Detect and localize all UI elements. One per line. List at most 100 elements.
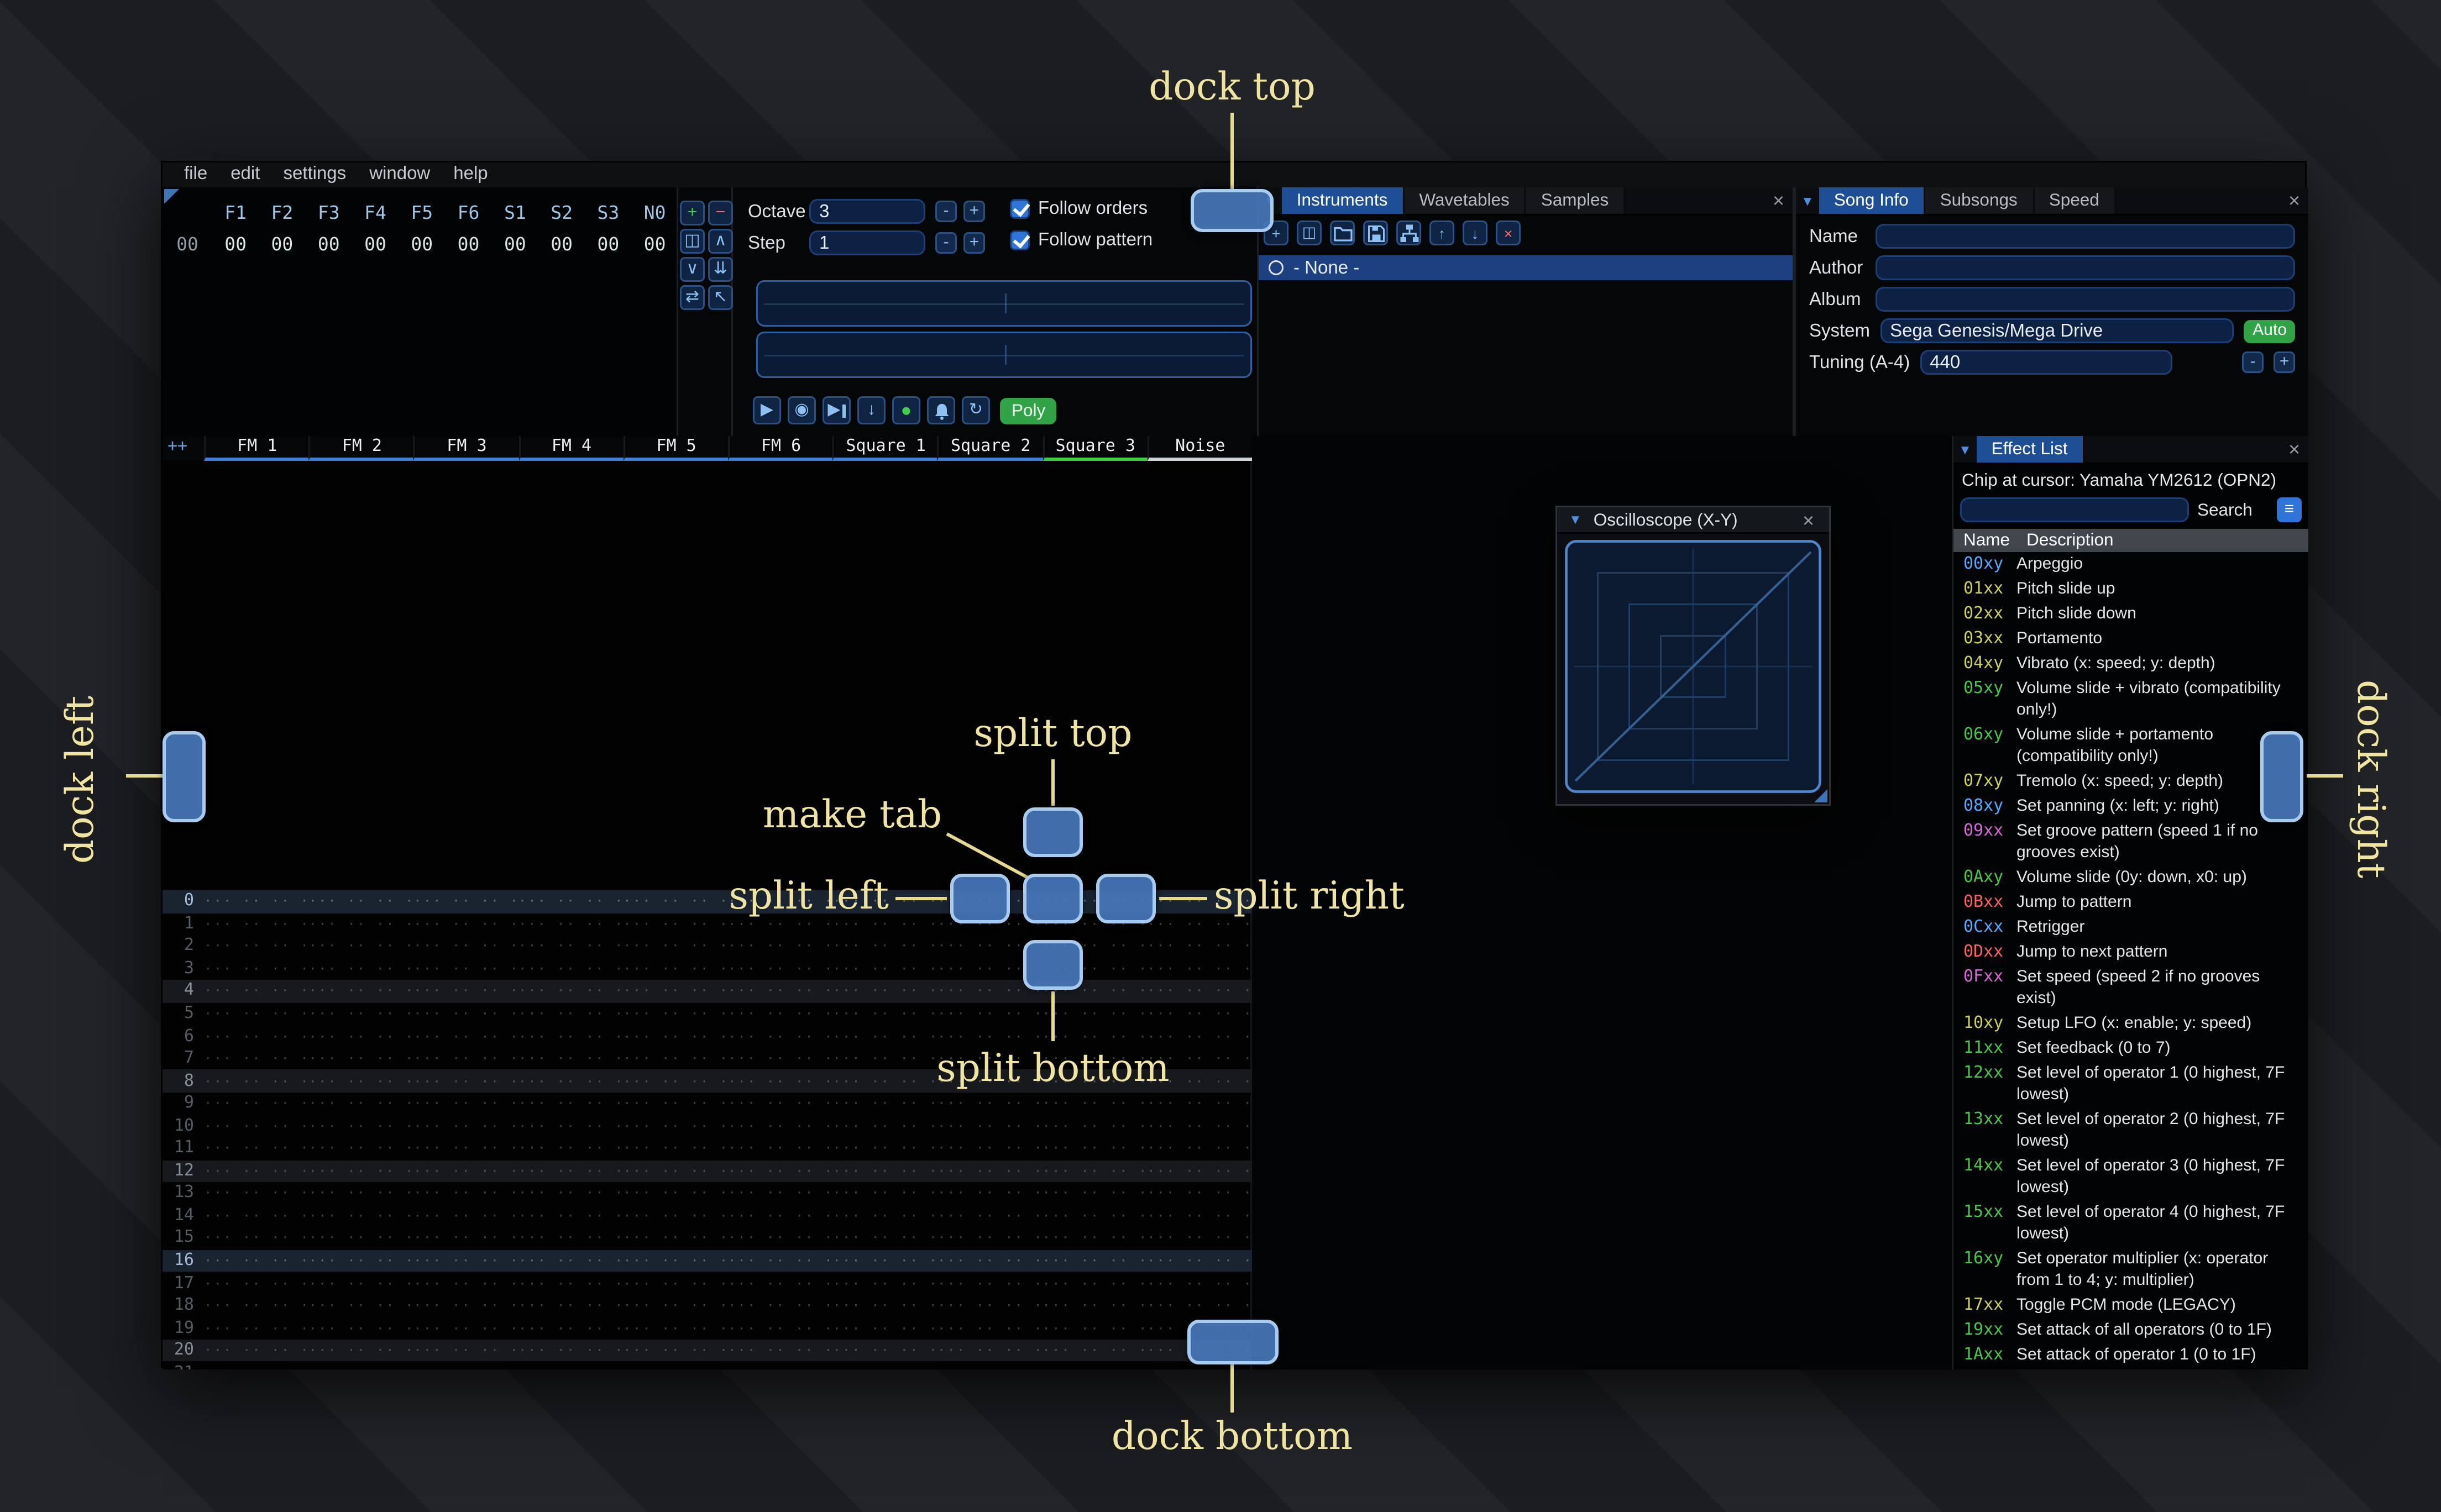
channel-header-fm-5[interactable]: FM 5	[623, 436, 728, 461]
channel-header-square-3[interactable]: Square 3	[1042, 436, 1148, 461]
pattern-cell[interactable]: ··· ·· ·· ···	[832, 1343, 937, 1358]
effect-list-item[interactable]: 01xx Pitch slide up	[1953, 577, 2308, 602]
pattern-cell[interactable]: ··· ·· ·· ···	[518, 1141, 624, 1156]
order-channel-header-f3[interactable]: F3	[306, 202, 352, 224]
effect-list-item[interactable]: 02xx Pitch slide down	[1953, 602, 2308, 627]
effect-list-item[interactable]: 14xx Set level of operator 3 (0 highest, …	[1953, 1154, 2308, 1200]
pattern-cell[interactable]: ··· ·· ·· ···	[413, 1163, 518, 1178]
pattern-cell[interactable]: ··· ·· ·· ···	[728, 939, 833, 954]
pattern-cell[interactable]: ··· ·· ·· ···	[309, 1366, 414, 1369]
pattern-cell[interactable]: ··· ·· ·· ···	[623, 1163, 728, 1178]
tab-subsongs[interactable]: Subsongs	[1925, 187, 2034, 214]
effect-search-input[interactable]	[1960, 497, 2189, 522]
order-channel-header-f6[interactable]: F6	[445, 202, 491, 224]
order-channel-header-s1[interactable]: S1	[492, 202, 538, 224]
pattern-cell[interactable]: ··· ·· ·· ···	[728, 1253, 833, 1268]
pattern-cell[interactable]: ··· ·· ·· ···	[1147, 939, 1252, 954]
pattern-cell[interactable]: ··· ·· ·· ···	[309, 1119, 414, 1133]
effect-list-item[interactable]: 07xy Tremolo (x: speed; y: depth)	[1953, 769, 2308, 794]
pattern-cell[interactable]: ··· ·· ·· ···	[1147, 916, 1252, 931]
move-instrument-up-button[interactable]: ↑	[1429, 221, 1454, 245]
menu-file[interactable]: file	[172, 162, 219, 187]
oscilloscope-title-bar[interactable]: ▼ Oscilloscope (X-Y) ×	[1557, 507, 1829, 534]
tuning-decrease-button[interactable]: -	[2242, 351, 2264, 373]
add-order-button[interactable]: +	[680, 201, 705, 225]
move-order-down-button[interactable]: ∨	[680, 257, 705, 282]
pattern-cell[interactable]: ··· ·· ·· ···	[728, 1298, 833, 1313]
pattern-cell[interactable]: ··· ·· ·· ···	[518, 1096, 624, 1111]
pattern-cell[interactable]: ··· ·· ·· ···	[413, 1186, 518, 1201]
pattern-cell[interactable]: ··· ·· ·· ···	[937, 1321, 1043, 1336]
pattern-cell[interactable]: ··· ·· ·· ···	[937, 1141, 1043, 1156]
pattern-cell[interactable]: ··· ·· ·· ···	[1043, 1321, 1148, 1336]
pattern-cell[interactable]: ··· ·· ·· ···	[623, 1006, 728, 1021]
pattern-cell[interactable]: ··· ·· ·· ···	[309, 1276, 414, 1291]
pattern-cell[interactable]: ··· ·· ·· ···	[518, 1119, 624, 1133]
pattern-cell[interactable]: ··· ·· ·· ···	[1147, 1366, 1252, 1369]
follow-orders-checkbox[interactable]: Follow orders	[1010, 199, 1148, 219]
pattern-cell[interactable]: ··· ·· ·· ···	[1147, 984, 1252, 999]
channel-header-square-1[interactable]: Square 1	[832, 436, 937, 461]
pattern-cell[interactable]: ··· ·· ·· ···	[518, 1298, 624, 1313]
pattern-cell[interactable]: ··· ·· ·· ···	[309, 894, 414, 909]
pattern-cell[interactable]: ··· ·· ·· ···	[518, 984, 624, 999]
pattern-expand-button[interactable]: ++	[163, 436, 204, 461]
channel-header-fm-2[interactable]: FM 2	[308, 436, 414, 461]
pattern-cell[interactable]: ··· ·· ·· ···	[518, 916, 624, 931]
pattern-cell[interactable]: ··· ·· ·· ···	[518, 894, 624, 909]
pattern-cell[interactable]: ··· ·· ·· ···	[623, 1298, 728, 1313]
pattern-cell[interactable]: ··· ·· ·· ···	[832, 1096, 937, 1111]
menu-edit[interactable]: edit	[219, 162, 271, 187]
pattern-cell[interactable]: ··· ·· ·· ···	[518, 1366, 624, 1369]
pattern-cell[interactable]: ··· ·· ·· ···	[832, 1321, 937, 1336]
pattern-cell[interactable]: ··· ·· ·· ···	[309, 1209, 414, 1224]
follow-pattern-checkbox[interactable]: Follow pattern	[1010, 230, 1153, 250]
pattern-cell[interactable]: ··· ·· ·· ···	[728, 1209, 833, 1224]
pattern-cell[interactable]: ··· ·· ·· ···	[413, 1096, 518, 1111]
pattern-cell[interactable]: ··· ·· ·· ···	[413, 1343, 518, 1358]
pattern-cell[interactable]: ··· ·· ·· ···	[728, 1321, 833, 1336]
pattern-cell[interactable]: ··· ·· ·· ···	[728, 1343, 833, 1358]
pattern-cell[interactable]: ··· ·· ·· ···	[832, 1366, 937, 1369]
pattern-cell[interactable]: ··· ·· ·· ···	[623, 1209, 728, 1224]
octave-input[interactable]: 3	[809, 199, 925, 224]
pattern-cell[interactable]: ··· ·· ·· ···	[623, 984, 728, 999]
collapse-panel-icon[interactable]: ▼	[1953, 442, 1977, 457]
pattern-cell[interactable]: ··· ·· ·· ···	[728, 1119, 833, 1133]
pattern-cell[interactable]: ··· ·· ·· ···	[937, 1231, 1043, 1246]
effect-list-item[interactable]: 16xy Set operator multiplier (x: operator…	[1953, 1247, 2308, 1293]
pattern-cell[interactable]: ··· ·· ·· ···	[204, 984, 309, 999]
repeat-pattern-button[interactable]: ↻	[962, 396, 990, 424]
channel-header-fm-4[interactable]: FM 4	[518, 436, 624, 461]
pattern-cell[interactable]: ··· ·· ·· ···	[413, 1006, 518, 1021]
pattern-cell[interactable]: ··· ·· ·· ···	[1147, 1141, 1252, 1156]
pattern-cell[interactable]: ··· ·· ·· ···	[204, 1276, 309, 1291]
pattern-cell[interactable]: ··· ·· ·· ···	[728, 1074, 833, 1089]
channel-header-fm-6[interactable]: FM 6	[727, 436, 833, 461]
pattern-cell[interactable]: ··· ·· ·· ···	[413, 939, 518, 954]
pattern-cell[interactable]: ··· ·· ·· ···	[518, 1029, 624, 1044]
pattern-cell[interactable]: ··· ·· ·· ···	[204, 916, 309, 931]
order-cell[interactable]: 00	[445, 234, 491, 255]
tab-song-info[interactable]: Song Info	[1819, 187, 1925, 214]
pattern-cell[interactable]: ··· ·· ·· ···	[832, 962, 937, 977]
pattern-cell[interactable]: ··· ·· ·· ···	[937, 1253, 1043, 1268]
effect-list-item[interactable]: 08xy Set panning (x: left; y: right)	[1953, 794, 2308, 819]
pattern-cell[interactable]: ··· ·· ·· ···	[204, 1051, 309, 1066]
channel-header-fm-3[interactable]: FM 3	[413, 436, 518, 461]
pattern-cell[interactable]: ··· ·· ·· ···	[728, 1366, 833, 1369]
pattern-cell[interactable]: ··· ·· ·· ···	[518, 939, 624, 954]
pattern-cell[interactable]: ··· ·· ·· ···	[1043, 1141, 1148, 1156]
pattern-cell[interactable]: ··· ·· ·· ···	[832, 1163, 937, 1178]
pattern-cell[interactable]: ··· ·· ·· ···	[728, 1163, 833, 1178]
pattern-cell[interactable]: ··· ·· ·· ···	[832, 939, 937, 954]
order-channel-header-s2[interactable]: S2	[538, 202, 585, 224]
pattern-cell[interactable]: ··· ·· ·· ···	[1147, 1096, 1252, 1111]
pattern-cell[interactable]: ··· ·· ·· ···	[309, 1051, 414, 1066]
pattern-cell[interactable]: ··· ·· ·· ···	[518, 1231, 624, 1246]
duplicate-instrument-button[interactable]: ◫	[1297, 221, 1322, 245]
pattern-cell[interactable]: ··· ·· ·· ···	[518, 1051, 624, 1066]
pattern-cell[interactable]: ··· ·· ·· ···	[518, 1343, 624, 1358]
pattern-cell[interactable]: ··· ·· ·· ···	[1147, 1029, 1252, 1044]
save-instrument-button[interactable]	[1363, 221, 1388, 245]
